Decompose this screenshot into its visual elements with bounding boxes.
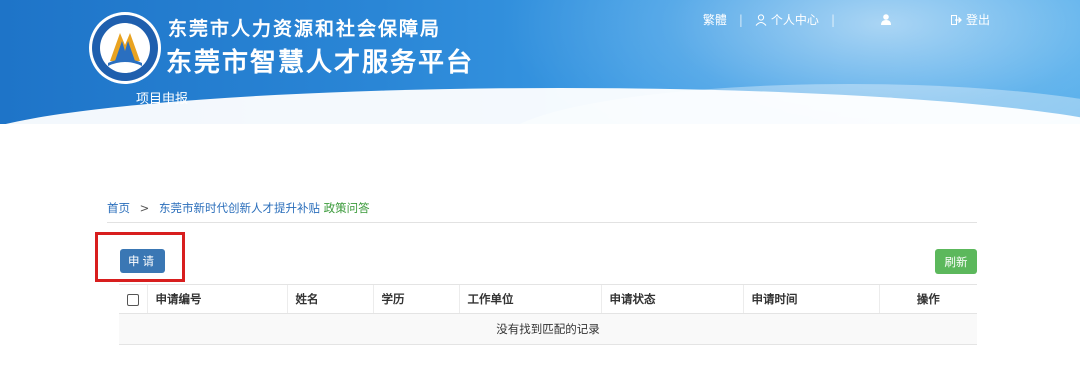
person-outline-icon xyxy=(755,13,767,26)
column-header-actions: 操作 xyxy=(878,284,977,314)
column-header-application-no[interactable]: 申请编号 xyxy=(146,284,287,314)
user-icon xyxy=(880,14,891,25)
refresh-button[interactable]: 刷新 xyxy=(935,249,977,274)
traditional-chinese-link[interactable]: 繁體 xyxy=(703,11,727,28)
logout-label: 登出 xyxy=(965,13,990,27)
column-header-name[interactable]: 姓名 xyxy=(286,284,373,314)
breadcrumb: 首页 > 东莞市新时代创新人才提升补贴 政策问答 xyxy=(107,200,370,216)
column-header-education[interactable]: 学历 xyxy=(372,284,459,314)
divider: | xyxy=(830,12,835,27)
column-header-employer[interactable]: 工作单位 xyxy=(458,284,601,314)
breadcrumb-separator: > xyxy=(139,201,150,215)
logout-icon xyxy=(950,14,962,25)
select-all-cell xyxy=(119,284,147,314)
apply-button[interactable]: 申请 xyxy=(120,249,165,273)
column-header-apply-time[interactable]: 申请时间 xyxy=(742,284,879,314)
org-title: 东莞市人力资源和社会保障局 xyxy=(168,18,442,40)
divider: | xyxy=(738,12,743,27)
select-all-checkbox[interactable] xyxy=(126,293,139,306)
breadcrumb-project[interactable]: 东莞市新时代创新人才提升补贴 xyxy=(159,201,320,215)
empty-message: 没有找到匹配的记录 xyxy=(119,313,977,345)
user-center-label: 个人中心 xyxy=(770,13,819,27)
application-table: 申请编号 姓名 学历 工作单位 申请状态 申请时间 操作 没有找到匹配的记录 xyxy=(119,284,977,345)
bureau-logo xyxy=(89,12,161,84)
table-header-row: 申请编号 姓名 学历 工作单位 申请状态 申请时间 操作 xyxy=(119,284,977,314)
breadcrumb-current[interactable]: 政策问答 xyxy=(324,201,370,215)
platform-title: 东莞市智慧人才服务平台 xyxy=(166,48,475,78)
logout-link[interactable]: 登出 xyxy=(950,11,990,28)
column-header-status[interactable]: 申请状态 xyxy=(600,284,743,314)
breadcrumb-home[interactable]: 首页 xyxy=(107,201,130,215)
user-center-link[interactable]: 个人中心 xyxy=(755,11,819,28)
section-divider xyxy=(107,222,977,223)
nav-project-apply[interactable]: 项目申报 xyxy=(136,88,188,107)
user-profile-button[interactable] xyxy=(880,14,891,25)
top-links: 繁體 | 个人中心 | 登出 xyxy=(703,11,990,28)
table-empty-row: 没有找到匹配的记录 xyxy=(119,313,977,345)
page-header: 东莞市人力资源和社会保障局 东莞市智慧人才服务平台 项目申报 繁體 | 个人中心… xyxy=(0,0,1080,124)
